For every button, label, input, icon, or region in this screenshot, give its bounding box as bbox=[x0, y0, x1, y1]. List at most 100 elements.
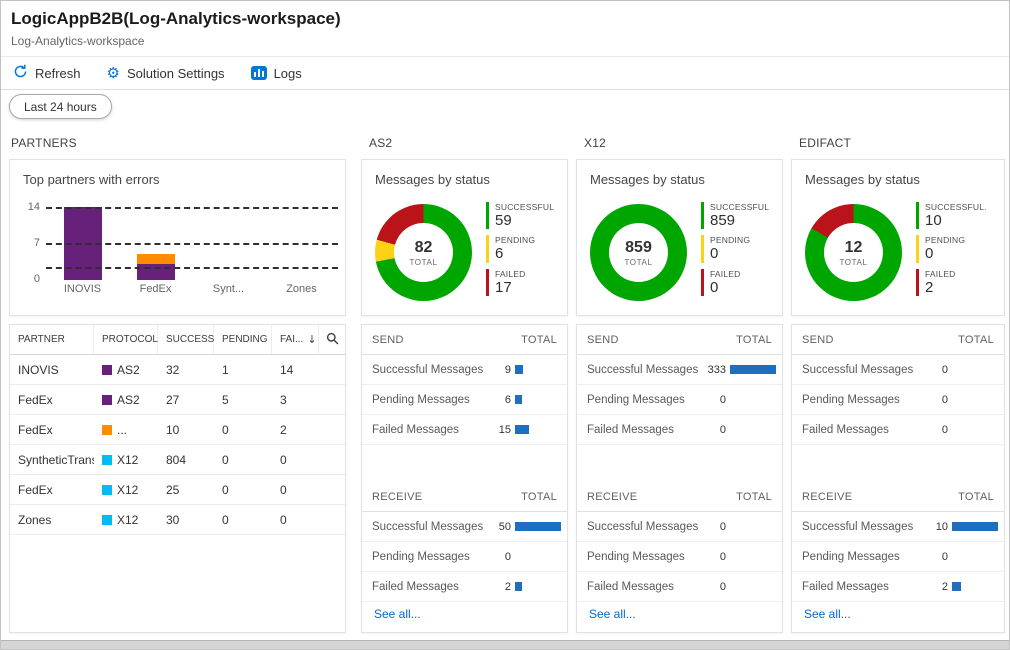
partner-name: SyntheticTrans bbox=[18, 452, 94, 467]
solution-settings-button[interactable]: ⚙ Solution Settings bbox=[107, 65, 225, 81]
legend-item-successful: SUCCESSFUL 59 bbox=[486, 202, 562, 230]
total-label: TOTAL bbox=[409, 257, 438, 267]
total-label: TOTAL bbox=[624, 257, 653, 267]
table-search-button[interactable] bbox=[319, 325, 345, 354]
as2-send-section: SEND TOTAL Successful Messages 9 Pending… bbox=[362, 325, 567, 445]
pending-count: 0 bbox=[222, 482, 229, 497]
data-bar bbox=[515, 582, 522, 591]
x-axis-label: Synt... bbox=[212, 283, 245, 295]
total-label: TOTAL bbox=[521, 333, 557, 346]
time-range-filter[interactable]: Last 24 hours bbox=[9, 94, 112, 119]
logs-button[interactable]: Logs bbox=[250, 65, 302, 81]
receive-label: RECEIVE bbox=[372, 490, 423, 503]
x12-receive-section: RECEIVE TOTAL Successful Messages 0 Pend… bbox=[577, 482, 782, 602]
data-bar bbox=[952, 582, 961, 591]
list-item[interactable]: Failed Messages 2 bbox=[792, 572, 1004, 602]
x12-see-all-link[interactable]: See all... bbox=[589, 607, 636, 621]
total-label: TOTAL bbox=[839, 257, 868, 267]
receive-label: RECEIVE bbox=[802, 490, 853, 503]
legend-item-pending: PENDING 0 bbox=[701, 235, 777, 263]
total-label: TOTAL bbox=[736, 490, 772, 503]
failed-count: 14 bbox=[280, 362, 294, 377]
list-item[interactable]: Successful Messages 333 bbox=[577, 355, 782, 385]
y-axis-tick: 14 bbox=[27, 201, 40, 213]
list-item[interactable]: Successful Messages 50 bbox=[362, 512, 567, 542]
list-item[interactable]: Successful Messages 9 bbox=[362, 355, 567, 385]
page-title: LogicAppB2B(Log-Analytics-workspace) bbox=[11, 9, 341, 28]
list-item[interactable]: Pending Messages 0 bbox=[362, 542, 567, 572]
list-item[interactable]: Failed Messages 15 bbox=[362, 415, 567, 445]
protocol-swatch bbox=[102, 454, 112, 465]
list-item[interactable]: Successful Messages 10 bbox=[792, 512, 1004, 542]
success-count: 30 bbox=[166, 512, 180, 527]
partners-errors-chart-card: Top partners with errors 14 7 0 INOVIS F… bbox=[9, 159, 346, 316]
list-item[interactable]: Failed Messages 0 bbox=[577, 572, 782, 602]
protocol-cell: X12 bbox=[94, 483, 158, 497]
x-axis-label: INOVIS bbox=[63, 283, 102, 295]
x12-donut-chart[interactable]: 859 TOTAL bbox=[590, 204, 687, 301]
pending-count: 0 bbox=[222, 452, 229, 467]
horizontal-scrollbar[interactable] bbox=[1, 640, 1009, 649]
table-row[interactable]: FedEx AS2 27 5 3 bbox=[10, 385, 345, 415]
as2-see-all-link[interactable]: See all... bbox=[374, 607, 421, 621]
table-row[interactable]: FedEx ... 10 0 2 bbox=[10, 415, 345, 445]
success-count: 32 bbox=[166, 362, 180, 377]
table-row[interactable]: SyntheticTrans X12 804 0 0 bbox=[10, 445, 345, 475]
table-row[interactable]: FedEx X12 25 0 0 bbox=[10, 475, 345, 505]
refresh-icon bbox=[13, 64, 28, 82]
protocol-cell: AS2 bbox=[94, 393, 158, 407]
list-item[interactable]: Pending Messages 0 bbox=[577, 542, 782, 572]
as2-donut-chart[interactable]: 82 TOTAL bbox=[375, 204, 472, 301]
column-header-protocol[interactable]: PROTOCOL bbox=[94, 325, 158, 354]
partner-name: INOVIS bbox=[18, 362, 59, 377]
refresh-label: Refresh bbox=[35, 65, 81, 81]
edifact-donut-chart[interactable]: 12 TOTAL bbox=[805, 204, 902, 301]
donut-legend: SUCCESSFUL 859 PENDING 0 FAILED 0 bbox=[701, 202, 777, 302]
refresh-button[interactable]: Refresh bbox=[13, 64, 81, 82]
chart-title: Messages by status bbox=[375, 172, 490, 187]
page-subtitle: Log-Analytics-workspace bbox=[11, 34, 145, 48]
edifact-see-all-link[interactable]: See all... bbox=[804, 607, 851, 621]
column-header-partner[interactable]: PARTNER bbox=[10, 325, 94, 354]
legend-item-successful: SUCCESSFUL. 10 bbox=[916, 202, 999, 230]
failed-count: 2 bbox=[280, 422, 287, 437]
send-header: SEND TOTAL bbox=[362, 325, 567, 355]
x-axis-label: Zones bbox=[286, 283, 317, 295]
pending-count: 5 bbox=[222, 392, 229, 407]
protocol-swatch bbox=[102, 394, 112, 405]
list-item[interactable]: Pending Messages 0 bbox=[792, 542, 1004, 572]
data-bar bbox=[730, 365, 776, 374]
list-item[interactable]: Pending Messages 6 bbox=[362, 385, 567, 415]
list-item[interactable]: Successful Messages 0 bbox=[577, 512, 782, 542]
column-header-failed[interactable]: FAI... ↓ bbox=[272, 325, 319, 354]
protocol-cell: X12 bbox=[94, 453, 158, 467]
list-item[interactable]: Successful Messages 0 bbox=[792, 355, 1004, 385]
legend-item-failed: FAILED 17 bbox=[486, 268, 562, 296]
list-item[interactable]: Pending Messages 0 bbox=[577, 385, 782, 415]
search-icon bbox=[326, 332, 339, 348]
pending-count: 0 bbox=[222, 422, 229, 437]
edifact-status-chart-card: Messages by status 12 TOTAL SUCCESSFUL. … bbox=[791, 159, 1005, 316]
list-item[interactable]: Failed Messages 0 bbox=[792, 415, 1004, 445]
table-row[interactable]: Zones X12 30 0 0 bbox=[10, 505, 345, 535]
toolbar: Refresh ⚙ Solution Settings Logs bbox=[1, 56, 1009, 90]
receive-header: RECEIVE TOTAL bbox=[362, 482, 567, 512]
column-header-success[interactable]: SUCCESS bbox=[158, 325, 214, 354]
success-count: 10 bbox=[166, 422, 180, 437]
list-item[interactable]: Failed Messages 2 bbox=[362, 572, 567, 602]
logs-label: Logs bbox=[273, 65, 302, 81]
partners-table-card: PARTNER PROTOCOL SUCCESS PENDING FAI... … bbox=[9, 324, 346, 633]
top-partners-bar-chart[interactable] bbox=[46, 207, 338, 280]
protocol-cell: AS2 bbox=[94, 363, 158, 377]
edifact-messages-card: SEND TOTAL Successful Messages 0 Pending… bbox=[791, 324, 1005, 633]
table-row[interactable]: INOVIS AS2 32 1 14 bbox=[10, 355, 345, 385]
send-header: SEND TOTAL bbox=[577, 325, 782, 355]
list-item[interactable]: Failed Messages 0 bbox=[577, 415, 782, 445]
column-header-pending[interactable]: PENDING bbox=[214, 325, 272, 354]
protocol-swatch bbox=[102, 514, 112, 525]
list-item[interactable]: Pending Messages 0 bbox=[792, 385, 1004, 415]
failed-count: 0 bbox=[280, 512, 287, 527]
donut-legend: SUCCESSFUL 59 PENDING 6 FAILED 17 bbox=[486, 202, 562, 302]
success-count: 25 bbox=[166, 482, 180, 497]
gridline bbox=[46, 243, 338, 245]
